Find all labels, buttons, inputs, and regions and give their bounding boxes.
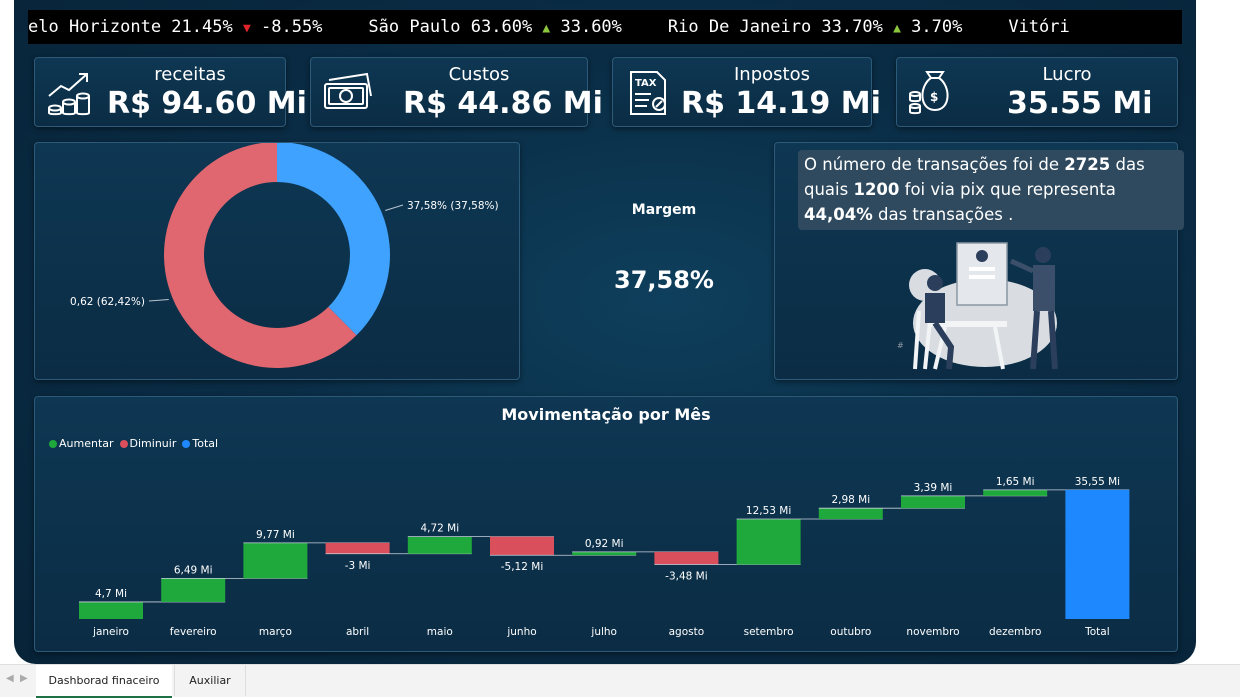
bar-value-label: 6,49 Mi	[174, 564, 213, 576]
kpi-label: Lucro	[1042, 64, 1092, 85]
kpi-label: Inpostos	[734, 64, 810, 85]
ticker-item: elo Horizonte 21.45% ▼ -8.55%	[28, 10, 322, 44]
waterfall-bar[interactable]	[79, 601, 143, 619]
leader-line	[385, 204, 404, 211]
ticker-city: Rio De Janeiro 33.70%	[667, 17, 894, 37]
pix-count: 1200	[853, 180, 900, 199]
bar-value-label: 35,55 Mi	[1075, 476, 1120, 488]
kpi-value: R$ 94.60 Mi	[107, 86, 307, 121]
category-label: agosto	[669, 626, 705, 638]
tab-dashboard[interactable]: Dashborad finaceiro	[36, 665, 172, 698]
category-label: março	[259, 626, 292, 638]
bar-value-label: 1,65 Mi	[996, 476, 1035, 488]
info-text: O número de transações foi de	[804, 155, 1065, 174]
category-label: dezembro	[989, 626, 1042, 638]
slice-label: 37,58% (37,58%)	[407, 200, 499, 212]
transactions-info: O número de transações foi de 2725 das q…	[798, 150, 1184, 230]
waterfall-chart: 4,7 Mi janeiro 6,49 Mi fevereiro 9,77 Mi març…	[79, 476, 1130, 638]
prev-sheet-icon[interactable]: ◀	[6, 673, 14, 684]
kpi-value: R$ 14.19 Mi	[681, 86, 881, 121]
kpi-card-receitas: receitas R$ 94.60 Mi	[34, 57, 307, 127]
kpi-value: 35.55 Mi	[1007, 86, 1153, 121]
waterfall-bar[interactable]	[572, 551, 637, 556]
down-arrow-icon: ▼	[242, 21, 251, 36]
waterfall-bar[interactable]	[736, 519, 801, 565]
next-sheet-icon[interactable]: ▶	[20, 673, 28, 684]
category-label: outubro	[830, 626, 871, 638]
category-label: junho	[506, 626, 536, 638]
sheet-tabs: ◀ ▶ Dashborad finaceiro Auxiliar	[0, 664, 1240, 698]
bar-value-label: 2,98 Mi	[831, 494, 870, 506]
ticker-item: Rio De Janeiro 33.70% ▲ 3.70%	[668, 10, 962, 44]
bar-value-label: -3 Mi	[345, 560, 371, 572]
donut-card: 37,58% (37,58%) 0,62 (62,42%)	[34, 142, 520, 380]
category-label: novembro	[906, 626, 959, 638]
margin-label: Margem	[631, 202, 697, 218]
waterfall-bar[interactable]	[161, 578, 226, 602]
tax-document-icon: TAX	[630, 71, 666, 115]
donut-chart: 37,58% (37,58%) 0,62 (62,42%)	[70, 142, 499, 368]
category-label: julho	[590, 626, 617, 638]
category-label: setembro	[744, 626, 794, 638]
ticker-city: São Paulo 63.60%	[368, 17, 543, 37]
ticker-change: 3.70%	[900, 17, 963, 37]
svg-text:TAX: TAX	[635, 78, 657, 89]
dashboard: elo Horizonte 21.45% ▼ -8.55% São Paulo 6…	[14, 0, 1196, 664]
pix-percentage: 44,04%	[804, 205, 873, 224]
waterfall-bar[interactable]	[654, 551, 719, 565]
waterfall-bar[interactable]	[407, 536, 472, 554]
kpi-card-inpostos: TAX Inpostos R$ 14.19 Mi	[612, 57, 881, 127]
ticker-change: -8.55%	[250, 17, 323, 37]
ticker-change: 33.60%	[550, 17, 622, 37]
kpi-label: receitas	[154, 64, 226, 85]
kpi-card-custos: Custos R$ 44.86 Mi	[310, 57, 603, 127]
ticker-item: Vitóri	[1008, 10, 1069, 44]
category-label: janeiro	[92, 626, 129, 638]
category-label: Total	[1084, 626, 1110, 638]
bar-value-label: 4,7 Mi	[95, 588, 127, 600]
donut-slice[interactable]	[277, 142, 390, 336]
transactions-count: 2725	[1064, 155, 1111, 174]
ticker-city: elo Horizonte 21.45%	[28, 17, 243, 37]
slice-label: 0,62 (62,42%)	[70, 296, 145, 308]
waterfall-bar[interactable]	[325, 542, 390, 554]
svg-text:#: #	[897, 341, 904, 350]
category-label: fevereiro	[170, 626, 217, 638]
money-bag-icon: $	[909, 71, 949, 115]
ticker-track: elo Horizonte 21.45% ▼ -8.55% São Paulo 6…	[28, 10, 1116, 44]
leader-line	[148, 299, 169, 302]
city-ticker: elo Horizonte 21.45% ▼ -8.55% São Paulo 6…	[28, 10, 1182, 44]
svg-text:$: $	[930, 90, 938, 104]
bar-value-label: 0,92 Mi	[585, 538, 624, 550]
bar-value-label: -5,12 Mi	[501, 561, 543, 573]
up-arrow-icon: ▲	[893, 21, 901, 36]
ticker-item: São Paulo 63.60% ▲ 33.60%	[368, 10, 621, 44]
bar-value-label: 9,77 Mi	[256, 529, 295, 541]
cash-icon	[324, 72, 372, 109]
margin-value: 37,58%	[614, 266, 714, 294]
tab-auxiliar[interactable]: Auxiliar	[174, 665, 246, 696]
kpi-card-lucro: $ Lucro 35.55 Mi	[896, 57, 1178, 127]
coins-growth-icon	[48, 73, 90, 116]
waterfall-card: Movimentação por Mês Aumentar Diminuir T…	[34, 396, 1178, 652]
category-label: abril	[346, 626, 369, 638]
kpi-value: R$ 44.86 Mi	[403, 86, 603, 121]
waterfall-bar[interactable]	[818, 508, 883, 520]
bar-value-label: 12,53 Mi	[746, 505, 791, 517]
bar-value-label: -3,48 Mi	[665, 571, 707, 583]
bar-value-label: 4,72 Mi	[420, 523, 459, 535]
waterfall-bar[interactable]	[243, 542, 308, 579]
info-text: das transações .	[872, 205, 1014, 224]
waterfall-bar[interactable]	[901, 495, 965, 509]
ticker-city: Vitóri	[1008, 17, 1070, 37]
kpi-label: Custos	[448, 64, 510, 85]
waterfall-bar[interactable]	[983, 489, 1048, 496]
waterfall-bar[interactable]	[1065, 489, 1130, 619]
info-text: foi via pix que representa	[899, 180, 1116, 199]
category-label: maio	[427, 626, 453, 638]
bar-value-label: 3,39 Mi	[914, 482, 953, 494]
waterfall-bar[interactable]	[490, 536, 554, 556]
